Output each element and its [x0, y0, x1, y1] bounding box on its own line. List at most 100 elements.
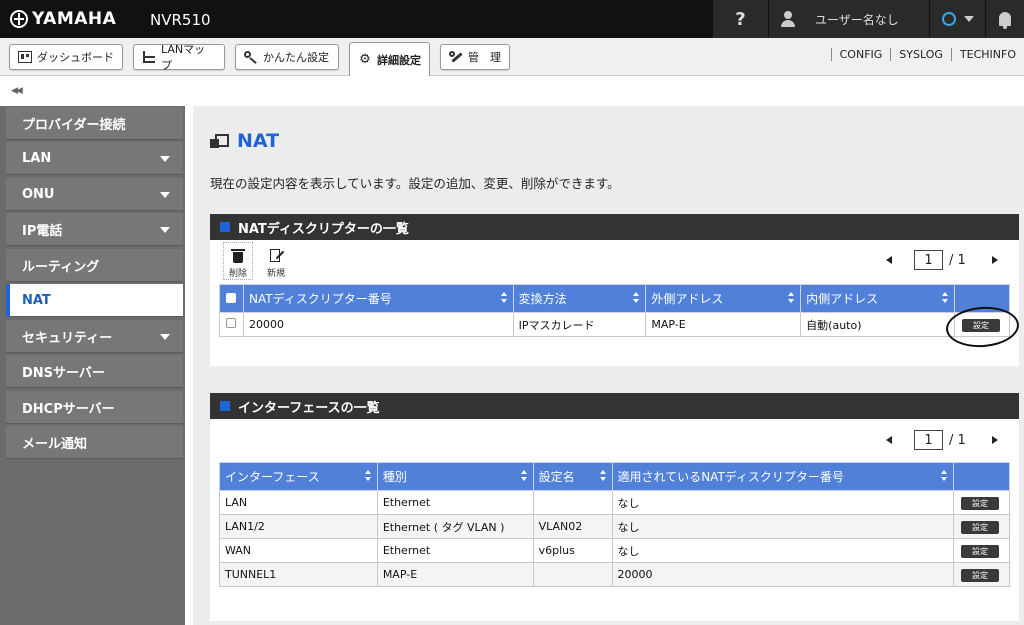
- select-all-header: [219, 284, 244, 313]
- sort-icon: [364, 470, 371, 482]
- sort-icon: [500, 292, 507, 304]
- sidebar-item-provider[interactable]: プロバイダー接続: [6, 107, 183, 140]
- user-menu[interactable]: ユーザー名なし: [769, 0, 929, 38]
- settings-button[interactable]: 設定: [960, 568, 999, 582]
- sidebar-item-label: IP電話: [22, 223, 63, 239]
- tab-lan-map[interactable]: LANマップ: [133, 43, 225, 72]
- tab-label: 管 理: [468, 51, 501, 64]
- user-icon: [781, 11, 795, 27]
- column-header[interactable]: インターフェース: [219, 462, 378, 491]
- tab-label: かんたん設定: [263, 51, 329, 64]
- tab-management[interactable]: 管 理: [440, 44, 510, 70]
- tab-dashboard[interactable]: ダッシュボード: [9, 44, 123, 70]
- column-header[interactable]: NATディスクリプター番号: [242, 284, 514, 313]
- select-all-checkbox[interactable]: [226, 292, 236, 303]
- sidebar-item-label: DHCPサーバー: [22, 401, 115, 417]
- sidebar-item-routing[interactable]: ルーティング: [6, 249, 183, 282]
- cell-type: MAP-E: [376, 562, 534, 587]
- tab-label: LANマップ: [160, 43, 206, 72]
- sidebar-item-security[interactable]: セキュリティー: [6, 320, 183, 353]
- cell-iface: WAN: [219, 538, 378, 563]
- column-header[interactable]: 内側アドレス: [800, 284, 955, 313]
- help-button[interactable]: ?: [713, 0, 768, 38]
- syslog-link[interactable]: SYSLOG: [890, 48, 951, 61]
- sidebar-item-label: メール通知: [22, 436, 88, 452]
- column-label: NATディスクリプター番号: [248, 292, 392, 306]
- sidebar-item-dns[interactable]: DNSサーバー: [6, 355, 183, 388]
- cell-outer: MAP-E: [645, 312, 802, 337]
- yamaha-logo[interactable]: YAMAHA: [10, 8, 116, 30]
- action-cell: 設定: [952, 514, 1011, 539]
- panel-header: インターフェースの一覧: [210, 393, 1019, 419]
- settings-button[interactable]: 設定: [960, 496, 999, 510]
- column-header[interactable]: 種別: [376, 462, 534, 491]
- table-row: 20000 IPマスカレード MAP-E 自動(auto) 設定: [219, 312, 1011, 337]
- sidebar-item-label: DNSサーバー: [22, 365, 105, 381]
- page-total: / 1: [949, 432, 966, 448]
- sort-icon: [599, 470, 606, 482]
- table-row: WAN Ethernet v6plus なし 設定: [219, 538, 1011, 563]
- config-link[interactable]: CONFIG: [830, 48, 891, 61]
- action-header: [952, 462, 1011, 491]
- cell-type: Ethernet: [376, 490, 534, 515]
- sidebar-item-label: ルーティング: [22, 259, 100, 275]
- table-row: LAN Ethernet なし 設定: [219, 490, 1011, 515]
- tab-easy-setup[interactable]: かんたん設定: [235, 44, 339, 70]
- column-header[interactable]: 適用されているNATディスクリプター番号: [611, 462, 954, 491]
- main-content: NAT 現在の設定内容を表示しています。設定の追加、変更、削除ができます。 NA…: [193, 106, 1024, 625]
- sidebar-item-ip-phone[interactable]: IP電話: [6, 213, 183, 246]
- column-header[interactable]: 外側アドレス: [645, 284, 802, 313]
- action-cell: 設定: [952, 538, 1011, 563]
- cell-type: Ethernet: [376, 538, 534, 563]
- column-label: 設定名: [538, 470, 575, 484]
- bell-icon: [999, 12, 1011, 29]
- sidebar-item-label: セキュリティー: [22, 330, 113, 346]
- interface-table: インターフェース 種別 設定名 適用されているNATディスクリプター番号 LAN…: [219, 462, 1011, 587]
- new-label: 新規: [266, 269, 285, 279]
- help-icon: ?: [735, 8, 746, 30]
- trash-icon: [231, 248, 245, 264]
- settings-button[interactable]: 設定: [960, 520, 999, 534]
- collapse-sidebar-icon[interactable]: ◀◀: [11, 86, 23, 96]
- interface-panel: インターフェースの一覧 1 / 1 インターフェース 種別 設定名 適用されてい…: [210, 393, 1019, 621]
- dashboard-icon: [18, 51, 32, 63]
- notification-button[interactable]: [986, 0, 1024, 38]
- page-number-input[interactable]: 1: [914, 430, 943, 450]
- prev-page-icon[interactable]: [886, 256, 892, 264]
- cell-name: v6plus: [532, 538, 613, 563]
- sort-icon: [940, 470, 947, 482]
- column-label: 適用されているNATディスクリプター番号: [617, 470, 844, 484]
- page-total: / 1: [949, 252, 966, 268]
- nat-descriptor-panel: NATディスクリプターの一覧 削除 新規 1 / 1 NATディスクリプター番号…: [210, 214, 1019, 366]
- sidebar-item-mail[interactable]: メール通知: [6, 426, 183, 459]
- cell-nat: 20000: [611, 562, 954, 587]
- prev-page-icon[interactable]: [886, 436, 892, 444]
- sidebar-item-lan[interactable]: LAN: [6, 142, 183, 175]
- column-label: 種別: [382, 470, 407, 484]
- logo-text: YAMAHA: [32, 9, 117, 29]
- sidebar-item-onu[interactable]: ONU: [6, 178, 183, 211]
- sort-icon: [941, 292, 948, 304]
- cell-iface: LAN1/2: [219, 514, 378, 539]
- status-dropdown[interactable]: [930, 0, 985, 38]
- tab-label: 詳細設定: [377, 53, 421, 67]
- cell-name: VLAN02: [532, 514, 613, 539]
- column-header[interactable]: 変換方法: [512, 284, 647, 313]
- cell-iface: LAN: [219, 490, 378, 515]
- settings-button[interactable]: 設定: [960, 544, 999, 558]
- sidebar-item-nat[interactable]: NAT: [6, 284, 183, 317]
- row-checkbox[interactable]: [226, 318, 236, 328]
- sidebar-item-dhcp[interactable]: DHCPサーバー: [6, 391, 183, 424]
- sort-icon: [788, 292, 795, 304]
- new-button[interactable]: 新規: [263, 248, 289, 279]
- page-number-input[interactable]: 1: [914, 250, 943, 270]
- lan-map-icon: [142, 51, 156, 63]
- next-page-icon[interactable]: [991, 256, 998, 264]
- column-header[interactable]: 設定名: [532, 462, 613, 491]
- delete-button[interactable]: 削除: [225, 248, 251, 279]
- techinfo-link[interactable]: TECHINFO: [950, 48, 1024, 61]
- tab-advanced-settings[interactable]: ⚙ 詳細設定: [349, 42, 430, 76]
- wrench-icon: [449, 51, 463, 63]
- next-page-icon[interactable]: [991, 436, 998, 444]
- model-name: NVR510: [150, 11, 211, 29]
